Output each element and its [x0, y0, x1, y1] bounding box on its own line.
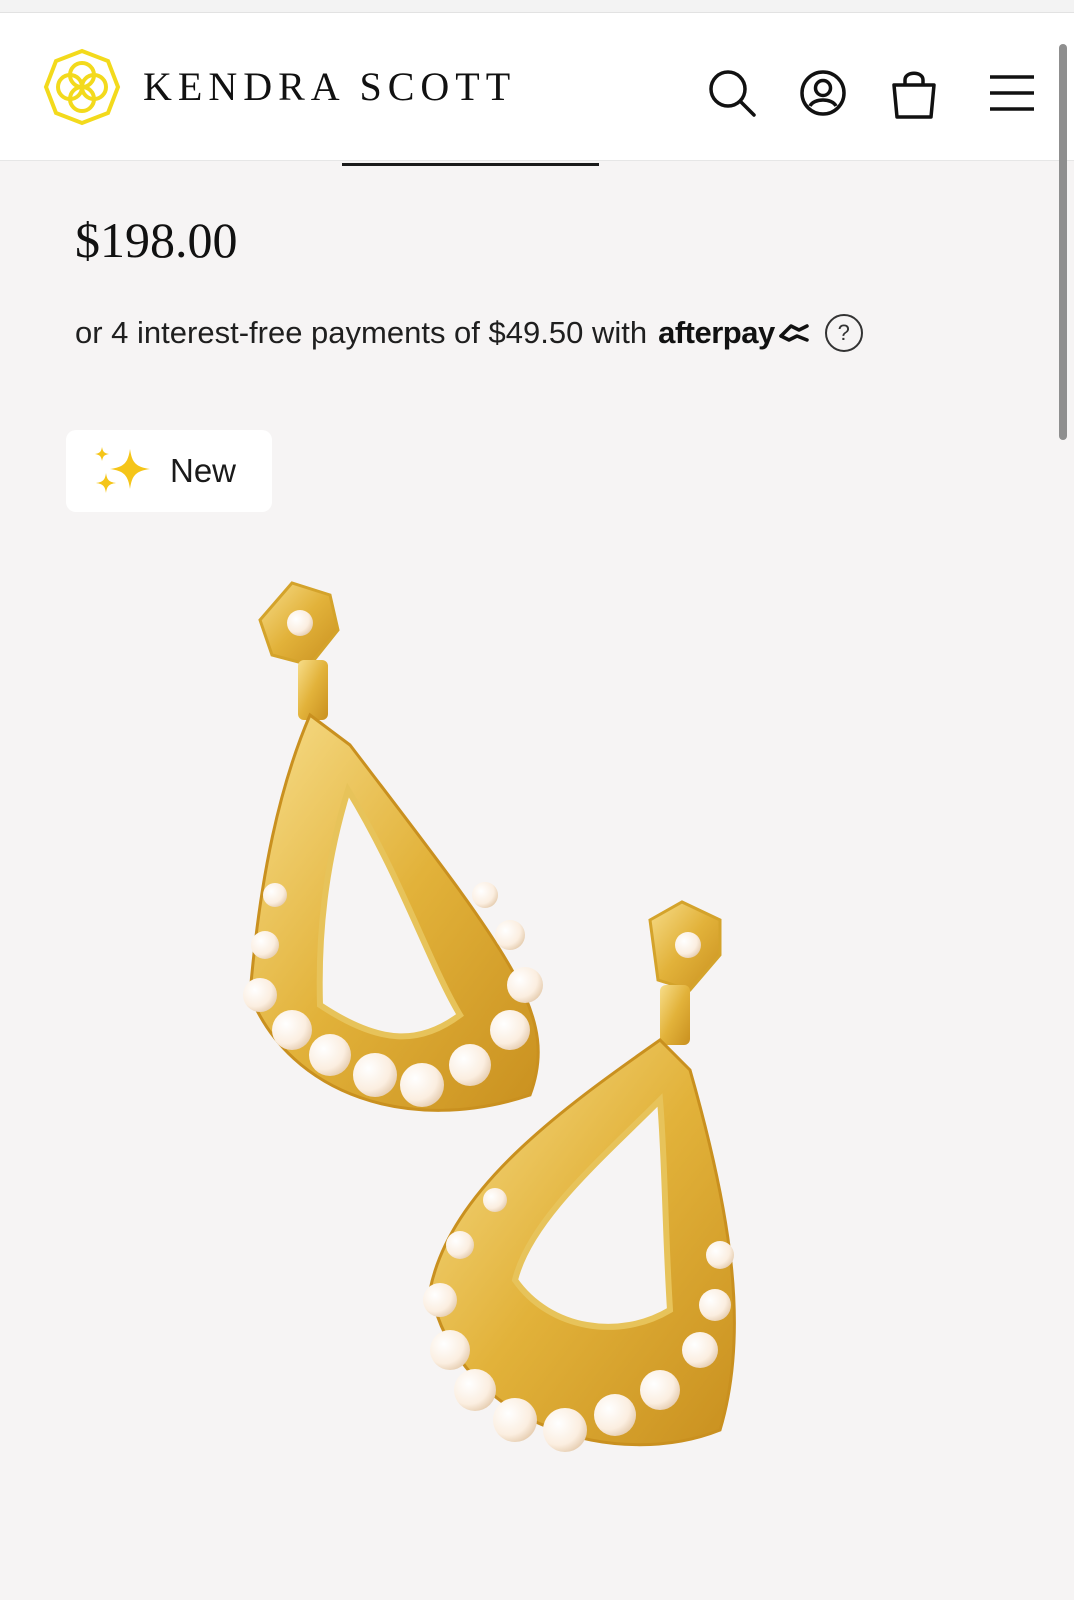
account-icon[interactable] — [797, 67, 849, 119]
afterpay-arrows-icon — [778, 324, 809, 342]
browser-top-edge — [0, 0, 1074, 13]
afterpay-label: afterpay — [658, 315, 775, 351]
sparkles-icon — [95, 447, 150, 493]
site-header: KENDRA SCOTT — [0, 13, 1074, 161]
active-tab-indicator — [342, 163, 599, 166]
kendra-scott-medallion-icon[interactable] — [42, 47, 122, 127]
brand-name[interactable]: KENDRA SCOTT — [143, 67, 516, 107]
installment-info: or 4 interest-free payments of $49.50 wi… — [75, 314, 863, 352]
scrollbar[interactable] — [1059, 44, 1067, 440]
new-badge: New — [66, 430, 272, 512]
hamburger-menu-icon[interactable] — [986, 67, 1038, 119]
help-icon[interactable]: ? — [824, 314, 863, 352]
afterpay-logo[interactable]: afterpay — [658, 315, 811, 351]
shopping-bag-icon[interactable] — [888, 67, 940, 119]
installment-text: or 4 interest-free payments of $49.50 wi… — [75, 315, 648, 351]
search-icon[interactable] — [706, 67, 758, 119]
earrings-image[interactable] — [230, 575, 800, 1515]
product-price: $198.00 — [75, 212, 238, 268]
badge-label: New — [170, 452, 237, 489]
